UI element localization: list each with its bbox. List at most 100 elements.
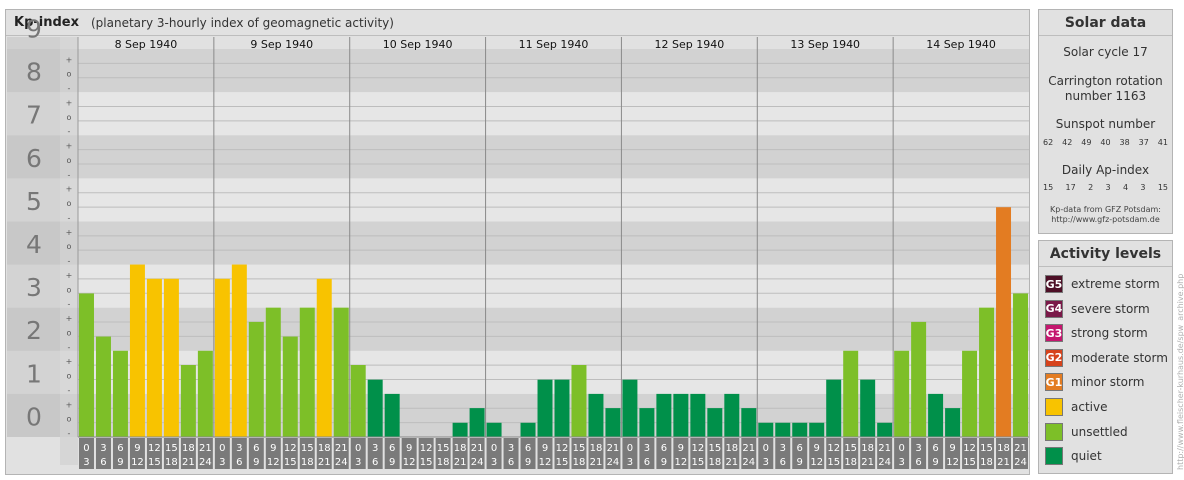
sunspot-value: 38 — [1119, 138, 1130, 147]
kp-bar — [180, 365, 196, 437]
kp-bar — [163, 278, 179, 437]
solar-cycle: Solar cycle 17 — [1063, 45, 1148, 59]
ap-value: 17 — [1065, 183, 1076, 192]
minor-tick-label: o — [67, 242, 72, 251]
slot-start-label: 9 — [949, 443, 955, 454]
slot-end-label: 24 — [607, 457, 620, 468]
slot-end-label: 12 — [403, 457, 416, 468]
legend-label: extreme storm — [1071, 277, 1160, 291]
slot-end-label: 24 — [742, 457, 755, 468]
sunspot-value: 37 — [1138, 138, 1149, 147]
kp-bar — [469, 408, 485, 437]
slot-start-label: 0 — [763, 443, 769, 454]
kp-bar — [826, 379, 842, 437]
minor-tick-label: - — [68, 386, 71, 395]
y-tick-label: 3 — [26, 273, 42, 302]
slot-end-label: 9 — [932, 457, 938, 468]
slot-end-label: 21 — [182, 457, 195, 468]
ap-value: 2 — [1088, 183, 1094, 192]
carrington-line2: number 1163 — [1064, 89, 1147, 103]
slot-start-label: 0 — [627, 443, 633, 454]
kp-bar — [129, 264, 145, 437]
slot-end-label: 18 — [844, 457, 857, 468]
kp-bar — [350, 365, 366, 437]
slot-start-label: 3 — [372, 443, 378, 454]
minor-tick-label: o — [67, 113, 72, 122]
slot-start-label: 0 — [491, 443, 497, 454]
slot-start-label: 21 — [742, 443, 755, 454]
slot-start-label: 18 — [861, 443, 874, 454]
source-watermark: http://www.fleischer-kurhaus.de/spw_arch… — [1176, 273, 1184, 470]
minor-tick-label: + — [66, 185, 73, 194]
y-tick-label: 8 — [26, 58, 42, 87]
slot-start-label: 3 — [644, 443, 650, 454]
legend-item: G5 extreme storm — [1045, 274, 1160, 294]
slot-end-label: 3 — [627, 457, 633, 468]
kp-bar — [282, 336, 298, 437]
minor-tick-label: + — [66, 314, 73, 323]
slot-end-label: 18 — [573, 457, 586, 468]
slot-end-label: 18 — [437, 457, 450, 468]
legend-swatch — [1045, 398, 1063, 416]
kp-bar — [316, 278, 332, 437]
slot-start-label: 6 — [932, 443, 938, 454]
kp-bar — [554, 379, 570, 437]
minor-tick-label: o — [67, 328, 72, 337]
y-tick-label: 7 — [26, 101, 42, 130]
kp-bar — [758, 422, 774, 437]
sunspot-value: 41 — [1157, 138, 1168, 147]
minor-tick-label: o — [67, 415, 72, 424]
activity-title: Activity levels — [1049, 246, 1162, 262]
slot-end-label: 6 — [915, 457, 921, 468]
kp-bar — [299, 307, 315, 437]
ap-label: Daily Ap-index — [1061, 163, 1150, 177]
y-tick-label: 5 — [26, 187, 42, 216]
legend-label: moderate storm — [1071, 350, 1168, 365]
gfz-link[interactable]: http://www.gfz-potsdam.de — [1039, 215, 1172, 225]
slot-start-label: 6 — [253, 443, 259, 454]
minor-tick-label: - — [68, 343, 71, 352]
slot-end-label: 3 — [219, 457, 225, 468]
slot-end-label: 9 — [389, 457, 395, 468]
slot-end-label: 6 — [644, 457, 650, 468]
kp-bar — [639, 408, 655, 437]
kp-bar — [214, 278, 230, 437]
slot-end-label: 6 — [508, 457, 514, 468]
slot-start-label: 9 — [406, 443, 412, 454]
legend-swatch: G5 — [1045, 275, 1063, 293]
day-label: 13 Sep 1940 — [790, 38, 860, 51]
slot-start-label: 12 — [284, 443, 297, 454]
slot-start-label: 6 — [661, 443, 667, 454]
sunspot-value: 40 — [1100, 138, 1111, 147]
kp-bar — [979, 307, 995, 437]
slot-end-label: 12 — [539, 457, 552, 468]
y-tick-label: 6 — [26, 144, 42, 173]
sunspot-values: 62 42 49 40 38 37 41 — [1043, 138, 1168, 147]
slot-start-label: 9 — [542, 443, 548, 454]
ap-value: 15 — [1043, 183, 1054, 192]
slot-start-label: 6 — [525, 443, 531, 454]
slot-end-label: 3 — [763, 457, 769, 468]
kp-bar — [843, 350, 859, 437]
legend-item: active — [1045, 397, 1107, 417]
slot-end-label: 9 — [661, 457, 667, 468]
legend-swatch: G2 — [1045, 348, 1063, 367]
slot-start-label: 15 — [708, 443, 721, 454]
slot-start-label: 15 — [301, 443, 314, 454]
slot-end-label: 18 — [165, 457, 178, 468]
kp-bar — [894, 350, 910, 437]
kp-band — [7, 92, 1029, 136]
kp-bar — [622, 379, 638, 437]
kp-bar — [520, 422, 536, 437]
slot-start-label: 15 — [844, 443, 857, 454]
day-label: 14 Sep 1940 — [926, 38, 996, 51]
activity-levels-panel: Activity levels G5 extreme storm G4 severe … — [1038, 240, 1173, 474]
slot-start-label: 21 — [471, 443, 484, 454]
slot-start-label: 6 — [389, 443, 395, 454]
slot-start-label: 18 — [454, 443, 467, 454]
legend-label: unsettled — [1071, 424, 1128, 439]
activity-panel-header: Activity levels — [1039, 241, 1172, 267]
kp-bar — [962, 350, 978, 437]
carrington-line1: Carrington rotation — [1048, 74, 1163, 88]
minor-tick-label: - — [68, 170, 71, 179]
